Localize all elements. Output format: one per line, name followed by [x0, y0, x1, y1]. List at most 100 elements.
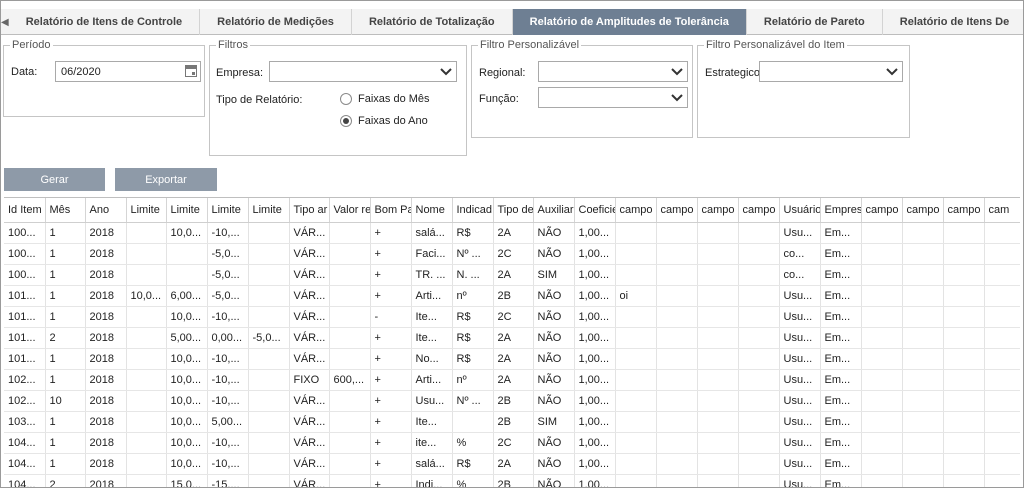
- radio-circle: [340, 93, 352, 105]
- table-cell: NÃO: [533, 243, 575, 265]
- table-cell: [861, 474, 903, 487]
- column-header[interactable]: Id Item: [4, 198, 46, 223]
- table-row[interactable]: 101... 1 2018 10,0... -10,... VÁR... + No... R$ 2…: [4, 348, 1020, 370]
- table-cell: +: [370, 243, 412, 265]
- table-cell: [943, 390, 985, 412]
- column-header[interactable]: Mês: [45, 198, 86, 223]
- table-cell: [248, 390, 290, 412]
- table-cell: [656, 411, 698, 433]
- table-row[interactable]: 104... 2 2018 15,0... -15,... VÁR... + Indi...%…: [4, 474, 1020, 487]
- table-cell: 1: [45, 369, 86, 391]
- table-cell: [656, 306, 698, 328]
- gerar-button[interactable]: Gerar: [4, 168, 105, 191]
- column-header[interactable]: cam: [984, 198, 1020, 223]
- column-header[interactable]: Limite: [248, 198, 290, 223]
- table-row[interactable]: 102... 10 2018 10,0... -10,... VÁR... + Usu... N…: [4, 390, 1020, 412]
- tab-relatorio-totalizacao[interactable]: Relatório de Totalização: [352, 9, 513, 35]
- table-cell: 103...: [4, 411, 46, 433]
- table-cell: VÁR...: [289, 432, 330, 454]
- table-row[interactable]: 100... 1 2018 -5,0... VÁR... + Faci... Nº ... 2C…: [4, 243, 1020, 265]
- column-header[interactable]: Bom Pa: [370, 198, 412, 223]
- table-cell: [615, 306, 657, 328]
- table-row[interactable]: 104... 1 2018 10,0... -10,... VÁR... + ite...% 2…: [4, 432, 1020, 454]
- table-row[interactable]: 100... 1 2018 -5,0... VÁR... + TR. ... N. ... 2A…: [4, 264, 1020, 286]
- tab-relatorio-itens-controle[interactable]: Relatório de Itens de Controle: [9, 9, 201, 35]
- exportar-button[interactable]: Exportar: [115, 168, 217, 191]
- estrategico-select[interactable]: [759, 61, 903, 82]
- table-cell: N. ...: [452, 264, 494, 286]
- table-cell: [902, 348, 944, 370]
- column-header[interactable]: Ano: [85, 198, 127, 223]
- tab-relatorio-medicoes[interactable]: Relatório de Medições: [200, 9, 352, 35]
- column-header[interactable]: campo: [943, 198, 985, 223]
- table-cell: [902, 222, 944, 244]
- column-header[interactable]: campo: [697, 198, 739, 223]
- regional-label: Regional:: [479, 67, 526, 79]
- column-header[interactable]: campo: [738, 198, 780, 223]
- table-cell: [697, 369, 739, 391]
- table-cell: [248, 285, 290, 307]
- regional-select[interactable]: [538, 61, 688, 82]
- column-header[interactable]: Indicad: [452, 198, 494, 223]
- table-cell: 2A: [493, 453, 534, 475]
- table-cell: [248, 306, 290, 328]
- table-row[interactable]: 103... 1 2018 10,0... 5,00... VÁR... + Ite... 2B…: [4, 411, 1020, 433]
- table-cell: 2A: [493, 348, 534, 370]
- table-cell: 1,00...: [574, 474, 616, 487]
- tab-scroll-left-icon[interactable]: ◀: [1, 9, 9, 35]
- table-row[interactable]: 101... 1 2018 10,0... 6,00... -5,0... VÁR... + A…: [4, 285, 1020, 307]
- column-header[interactable]: campo: [656, 198, 698, 223]
- table-cell: [943, 327, 985, 349]
- data-field[interactable]: 06/2020: [55, 61, 201, 82]
- table-cell: NÃO: [533, 390, 575, 412]
- tab-relatorio-itens-de[interactable]: Relatório de Itens De: [883, 9, 1023, 35]
- table-cell: [943, 222, 985, 244]
- table-row[interactable]: 102... 1 2018 10,0... -10,... FIXO 600,... + Art…: [4, 369, 1020, 391]
- radio-circle: [340, 115, 352, 127]
- table-cell: 10,0...: [166, 411, 208, 433]
- table-cell: [248, 369, 290, 391]
- column-header[interactable]: Coeficie: [574, 198, 616, 223]
- table-cell: 2B: [493, 474, 534, 487]
- table-row[interactable]: 104... 1 2018 10,0... -10,... VÁR... + salá... R…: [4, 453, 1020, 475]
- calendar-icon[interactable]: [185, 65, 197, 77]
- column-header[interactable]: Auxiliar: [533, 198, 575, 223]
- table-cell: [656, 432, 698, 454]
- column-header[interactable]: campo: [861, 198, 903, 223]
- table-cell: nº: [452, 285, 494, 307]
- column-header[interactable]: Limite: [207, 198, 249, 223]
- table-row[interactable]: 101... 1 2018 10,0... -10,... VÁR... - Ite... R$…: [4, 306, 1020, 328]
- column-header[interactable]: Valor re: [329, 198, 371, 223]
- funcao-select[interactable]: [538, 87, 688, 108]
- table-cell: [738, 285, 780, 307]
- table-cell: 2: [45, 327, 86, 349]
- column-header[interactable]: Empres: [820, 198, 862, 223]
- table-cell: +: [370, 453, 412, 475]
- table-cell: 5,00...: [166, 327, 208, 349]
- table-cell: [738, 411, 780, 433]
- column-header[interactable]: campo: [902, 198, 944, 223]
- column-header[interactable]: Limite: [166, 198, 208, 223]
- table-cell: Usu...: [779, 306, 821, 328]
- results-grid: Id Item Mês Ano Limite Limite Limite Limite Tip…: [4, 197, 1020, 487]
- table-cell: [861, 390, 903, 412]
- table-cell: [656, 453, 698, 475]
- radio-faixas-ano-label: Faixas do Ano: [358, 115, 428, 127]
- column-header[interactable]: Limite: [126, 198, 167, 223]
- table-cell: VÁR...: [289, 348, 330, 370]
- table-row[interactable]: 100... 1 2018 10,0... -10,... VÁR... + salá... R…: [4, 222, 1020, 244]
- column-header[interactable]: Usuário: [779, 198, 821, 223]
- column-header[interactable]: Tipo de: [493, 198, 534, 223]
- column-header[interactable]: Nome: [411, 198, 453, 223]
- table-cell: 2018: [85, 474, 127, 487]
- table-row[interactable]: 101... 2 2018 5,00... 0,00... -5,0... VÁR... + I…: [4, 327, 1020, 349]
- column-header[interactable]: campo: [615, 198, 657, 223]
- table-cell: SIM: [533, 411, 575, 433]
- radio-faixas-ano[interactable]: Faixas do Ano: [340, 115, 428, 127]
- empresa-select[interactable]: [269, 61, 457, 82]
- tab-relatorio-pareto[interactable]: Relatório de Pareto: [747, 9, 883, 35]
- radio-faixas-mes[interactable]: Faixas do Mês: [340, 93, 430, 105]
- column-header[interactable]: Tipo ar: [289, 198, 330, 223]
- table-cell: [615, 222, 657, 244]
- tab-relatorio-amplitudes-tolerancia[interactable]: Relatório de Amplitudes de Tolerância: [512, 9, 747, 35]
